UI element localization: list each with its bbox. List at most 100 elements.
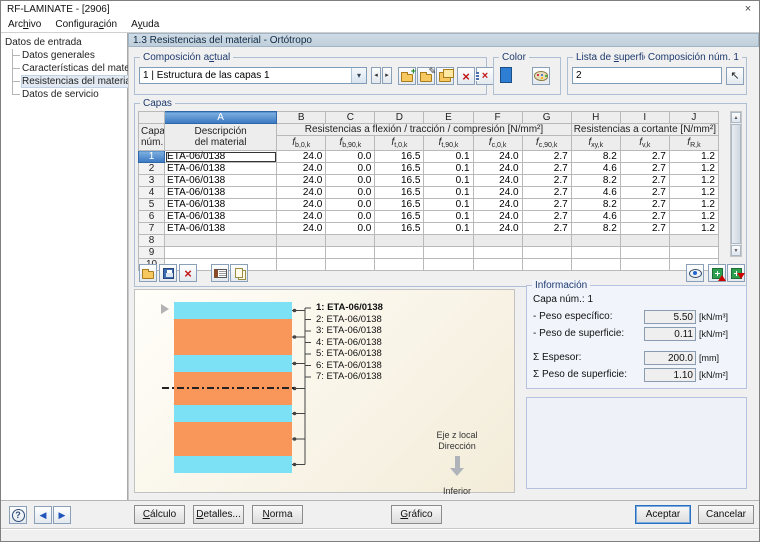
cell-descripcion[interactable]: ETA-06/0138: [165, 223, 277, 235]
cell-value[interactable]: 2.7: [522, 199, 571, 211]
cell-value[interactable]: 24.0: [277, 187, 326, 199]
delete-composicion-button[interactable]: ×: [457, 67, 475, 85]
menu-ayuda[interactable]: Ayuda: [124, 17, 166, 32]
cell-value[interactable]: [620, 235, 669, 247]
cell-value[interactable]: 0.1: [424, 223, 473, 235]
cell-value[interactable]: 0.0: [326, 223, 375, 235]
cell-value[interactable]: 24.0: [473, 163, 522, 175]
jump-prev-dialog-button[interactable]: ◀: [34, 506, 52, 524]
cell-value[interactable]: 2.7: [522, 223, 571, 235]
cell-value[interactable]: 0.0: [326, 199, 375, 211]
cell-value[interactable]: [375, 247, 424, 259]
row-header-9[interactable]: 9: [139, 247, 165, 259]
cell-value[interactable]: 24.0: [277, 223, 326, 235]
cell-value[interactable]: [326, 235, 375, 247]
calculo-button[interactable]: Cálculo: [134, 505, 185, 524]
cell-value[interactable]: [669, 247, 718, 259]
column-letter-G[interactable]: G: [522, 112, 571, 124]
row-header-1[interactable]: 1: [139, 151, 165, 163]
cell-value[interactable]: 24.0: [473, 211, 522, 223]
cell-value[interactable]: [571, 259, 620, 271]
row-header-3[interactable]: 3: [139, 175, 165, 187]
cell-value[interactable]: 4.6: [571, 211, 620, 223]
cell-value[interactable]: 16.5: [375, 223, 424, 235]
superficies-input[interactable]: 2: [572, 67, 722, 84]
cell-value[interactable]: [424, 247, 473, 259]
jump-next-dialog-button[interactable]: ▶: [53, 506, 71, 524]
sidebar-item-3[interactable]: Datos de servicio: [12, 88, 127, 101]
column-letter-B[interactable]: B: [277, 112, 326, 124]
pick-surfaces-button[interactable]: ↖: [726, 67, 744, 85]
cell-value[interactable]: [522, 235, 571, 247]
cell-value[interactable]: 4.6: [571, 163, 620, 175]
cell-value[interactable]: 2.7: [620, 151, 669, 163]
cell-value[interactable]: 2.7: [620, 199, 669, 211]
cell-value[interactable]: 24.0: [277, 199, 326, 211]
delete-all-composicion-button[interactable]: ×: [476, 67, 494, 85]
cell-value[interactable]: [424, 259, 473, 271]
cell-value[interactable]: [277, 247, 326, 259]
sidebar-item-2[interactable]: Resistencias del material: [12, 75, 127, 88]
cell-value[interactable]: 2.7: [522, 175, 571, 187]
help-button[interactable]: ?: [9, 506, 27, 524]
cell-value[interactable]: 24.0: [277, 211, 326, 223]
copy-layers-button[interactable]: [230, 264, 248, 282]
cell-descripcion[interactable]: ETA-06/0138: [165, 199, 277, 211]
next-composicion-button[interactable]: ▸: [382, 67, 392, 84]
copy-composicion-button[interactable]: [436, 67, 454, 85]
row-header-6[interactable]: 6: [139, 211, 165, 223]
cell-value[interactable]: [571, 247, 620, 259]
cell-value[interactable]: 24.0: [277, 163, 326, 175]
cell-value[interactable]: [473, 247, 522, 259]
close-icon[interactable]: ×: [737, 1, 759, 17]
cell-value[interactable]: 8.2: [571, 175, 620, 187]
cell-value[interactable]: 24.0: [277, 175, 326, 187]
cell-value[interactable]: 16.5: [375, 151, 424, 163]
cell-value[interactable]: 2.7: [620, 175, 669, 187]
cell-value[interactable]: [522, 259, 571, 271]
cell-value[interactable]: 0.1: [424, 163, 473, 175]
excel-export-button[interactable]: [727, 264, 745, 282]
column-letter-H[interactable]: H: [571, 112, 620, 124]
cell-value[interactable]: [620, 259, 669, 271]
cell-value[interactable]: 1.2: [669, 199, 718, 211]
material-library-button[interactable]: [211, 264, 229, 282]
cell-value[interactable]: 0.0: [326, 187, 375, 199]
cell-value[interactable]: [375, 235, 424, 247]
column-letter-A[interactable]: A: [165, 112, 277, 124]
column-letter-I[interactable]: I: [620, 112, 669, 124]
chevron-down-icon[interactable]: ▾: [351, 68, 366, 83]
scrollbar-thumb[interactable]: [731, 124, 741, 244]
color-picker-button[interactable]: [532, 67, 550, 85]
cell-value[interactable]: 1.2: [669, 211, 718, 223]
cell-value[interactable]: 2.7: [522, 187, 571, 199]
composicion-combobox[interactable]: 1 | Estructura de las capas 1 ▾: [139, 67, 367, 84]
cell-value[interactable]: [326, 247, 375, 259]
cell-value[interactable]: 2.7: [522, 151, 571, 163]
cell-value[interactable]: 0.0: [326, 151, 375, 163]
cell-descripcion[interactable]: ETA-06/0138: [165, 211, 277, 223]
column-letter-D[interactable]: D: [375, 112, 424, 124]
prev-composicion-button[interactable]: ◂: [371, 67, 381, 84]
cell-value[interactable]: 16.5: [375, 175, 424, 187]
cell-value[interactable]: 24.0: [277, 151, 326, 163]
cell-value[interactable]: [571, 235, 620, 247]
cell-value[interactable]: 1.2: [669, 151, 718, 163]
cell-value[interactable]: 8.2: [571, 223, 620, 235]
row-header-7[interactable]: 7: [139, 223, 165, 235]
cell-value[interactable]: 8.2: [571, 151, 620, 163]
save-layers-button[interactable]: [159, 264, 177, 282]
cell-value[interactable]: 24.0: [473, 175, 522, 187]
menu-archivo[interactable]: Archivo: [1, 17, 48, 32]
cell-value[interactable]: [277, 259, 326, 271]
cell-value[interactable]: 1.2: [669, 223, 718, 235]
import-layers-button[interactable]: [139, 264, 157, 282]
cell-value[interactable]: 2.7: [620, 211, 669, 223]
cell-value[interactable]: 0.0: [326, 175, 375, 187]
row-header-8[interactable]: 8: [139, 235, 165, 247]
cell-value[interactable]: 0.0: [326, 163, 375, 175]
cell-value[interactable]: [620, 247, 669, 259]
detalles-button[interactable]: Detalles...: [193, 505, 244, 524]
cell-value[interactable]: 24.0: [473, 187, 522, 199]
row-header-2[interactable]: 2: [139, 163, 165, 175]
